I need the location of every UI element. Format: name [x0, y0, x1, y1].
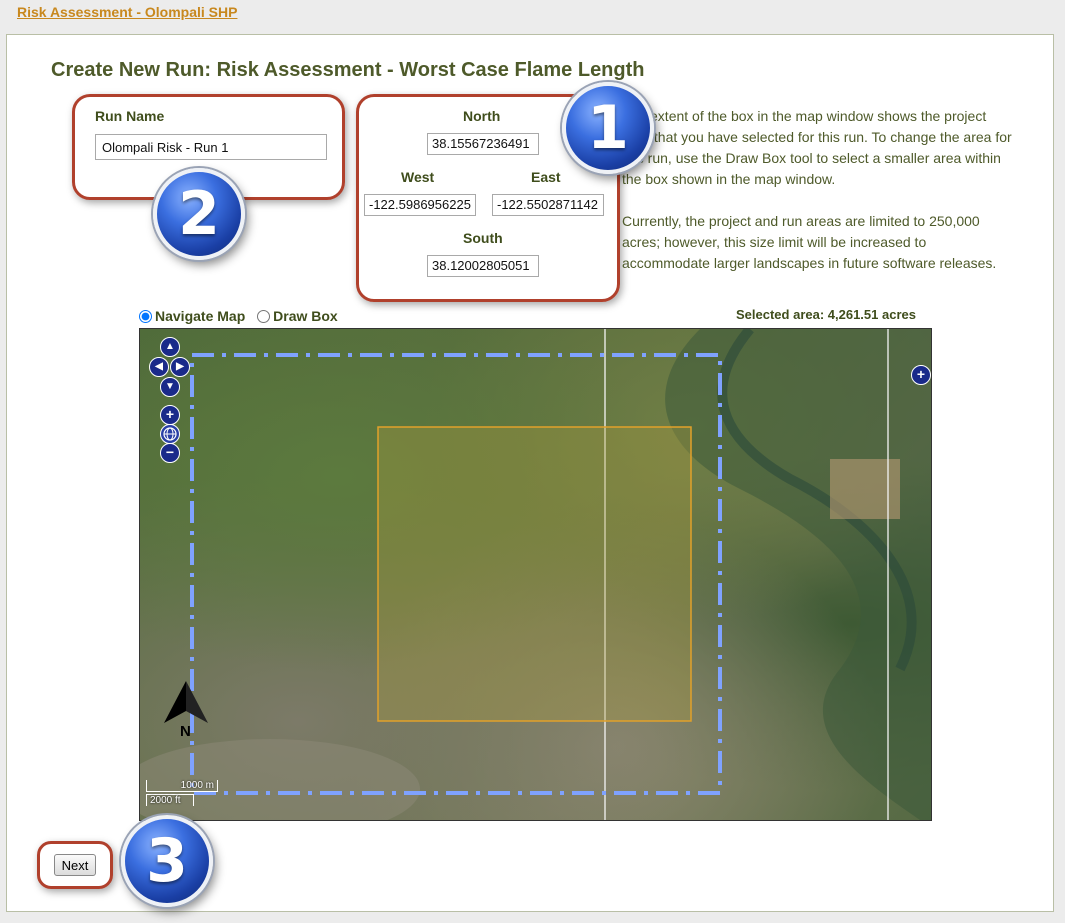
page-title: Create New Run: Risk Assessment - Worst …: [51, 59, 645, 81]
east-input[interactable]: -122.5502871142: [492, 194, 604, 216]
north-label: North: [463, 108, 501, 124]
navigate-map-radio[interactable]: [139, 310, 152, 323]
draw-box-option[interactable]: Draw Box: [257, 308, 338, 324]
navigate-map-label: Navigate Map: [155, 308, 246, 324]
breadcrumb-link[interactable]: Risk Assessment - Olompali SHP: [17, 4, 237, 20]
navigate-map-option[interactable]: Navigate Map: [139, 308, 245, 324]
south-label: South: [463, 230, 503, 246]
pan-right-icon[interactable]: ▶: [170, 357, 190, 377]
info-paragraph-limit: Currently, the project and run areas are…: [622, 213, 997, 271]
draw-box-radio[interactable]: [257, 310, 271, 323]
north-arrow-label: N: [180, 723, 191, 740]
scale-imperial: 2000 ft: [146, 794, 194, 806]
east-label: East: [531, 169, 561, 185]
step-3-badge: 3: [121, 815, 213, 907]
map-window[interactable]: N ▲ ◀ ▶ ▼ + − + 1000 m 2000 ft: [139, 328, 932, 821]
run-name-label: Run Name: [95, 108, 165, 124]
selected-area-box: [377, 426, 692, 722]
draw-box-label: Draw Box: [273, 308, 338, 324]
layer-switcher-icon[interactable]: +: [911, 365, 931, 385]
pan-left-icon[interactable]: ◀: [149, 357, 169, 377]
north-arrow: [164, 681, 208, 723]
zoom-in-icon[interactable]: +: [160, 405, 180, 425]
globe-icon[interactable]: [160, 424, 180, 444]
run-name-input[interactable]: Olompali Risk - Run 1: [95, 134, 327, 160]
step-2-badge: 2: [153, 168, 245, 260]
zoom-out-icon[interactable]: −: [160, 443, 180, 463]
info-paragraph-extent: The extent of the box in the map window …: [622, 108, 1012, 187]
next-button[interactable]: Next: [54, 854, 96, 876]
west-input[interactable]: -122.5986956225: [364, 194, 476, 216]
west-label: West: [401, 169, 435, 185]
map-imagery: [140, 329, 931, 820]
step-1-badge: 1: [562, 82, 654, 174]
south-input[interactable]: 38.12002805051: [427, 255, 539, 277]
scale-metric: 1000 m: [146, 780, 218, 792]
north-input[interactable]: 38.15567236491: [427, 133, 539, 155]
map-mode-selector: Navigate Map Draw Box: [139, 308, 346, 324]
selected-area-text: Selected area: 4,261.51 acres: [736, 307, 916, 322]
info-text: The extent of the box in the map window …: [622, 106, 1017, 295]
pan-down-icon[interactable]: ▼: [160, 377, 180, 397]
pan-up-icon[interactable]: ▲: [160, 337, 180, 357]
scale-bar: 1000 m 2000 ft: [146, 780, 218, 808]
